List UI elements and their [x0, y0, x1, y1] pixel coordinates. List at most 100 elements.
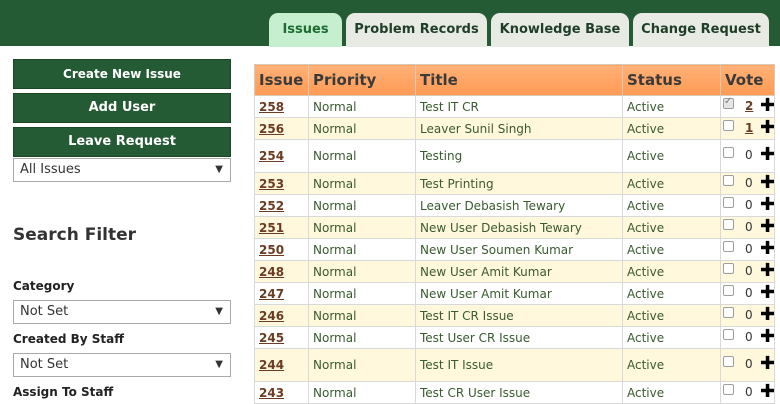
created-by-staff-select[interactable]: Not Set ▼ [13, 353, 231, 377]
issue-number-link[interactable]: 258 [259, 100, 284, 114]
priority-cell: Normal [308, 117, 416, 140]
vote-checkbox[interactable] [723, 119, 734, 131]
vote-checkbox[interactable] [723, 97, 734, 109]
add-vote-plus-icon[interactable]: ✚ [760, 196, 774, 214]
vote-checkbox[interactable] [723, 218, 734, 230]
tab-issues[interactable]: Issues [269, 13, 342, 47]
table-row: 243 Normal Test CR User Issue Active 0 ✚ [254, 381, 775, 404]
issue-number-link[interactable]: 252 [259, 199, 284, 213]
title-cell: Test IT CR [415, 95, 623, 118]
priority-cell: Normal [308, 172, 416, 195]
column-header-title[interactable]: Title [415, 64, 623, 96]
vote-count: 0 [745, 329, 753, 344]
vote-cell: 0 ✚ [720, 304, 775, 327]
vote-count: 0 [745, 307, 753, 322]
priority-cell: Normal [308, 282, 416, 305]
vote-checkbox[interactable] [723, 328, 734, 340]
vote-cell: 0 ✚ [720, 216, 775, 239]
vote-checkbox[interactable] [723, 306, 734, 318]
issue-cell: 247 [254, 282, 309, 305]
title-cell: Test IT Issue [415, 348, 623, 382]
sidebar: Create New Issue Add User Leave Request … [13, 59, 231, 182]
vote-checkbox[interactable] [723, 262, 734, 274]
title-cell: New User Amit Kumar [415, 260, 623, 283]
category-value: Not Set [20, 304, 69, 319]
column-header-status[interactable]: Status [622, 64, 721, 96]
table-row: 244 Normal Test IT Issue Active 0 ✚ [254, 348, 775, 382]
dropdown-arrow-icon: ▼ [215, 164, 223, 175]
assign-to-staff-label: Assign To Staff [13, 385, 114, 399]
vote-count[interactable]: 1 [745, 121, 753, 135]
issue-number-link[interactable]: 253 [259, 177, 284, 191]
add-vote-plus-icon[interactable]: ✚ [760, 383, 774, 401]
issue-cell: 248 [254, 260, 309, 283]
issue-number-link[interactable]: 256 [259, 122, 284, 136]
tab-problem-records[interactable]: Problem Records [346, 13, 487, 47]
add-vote-plus-icon[interactable]: ✚ [760, 262, 774, 280]
title-cell: Leaver Sunil Singh [415, 117, 623, 140]
add-vote-plus-icon[interactable]: ✚ [760, 146, 774, 164]
vote-count: 0 [745, 241, 753, 256]
priority-cell: Normal [308, 194, 416, 217]
column-header-issue[interactable]: Issue [254, 64, 309, 96]
issue-cell: 245 [254, 326, 309, 349]
vote-checkbox[interactable] [723, 147, 734, 158]
priority-cell: Normal [308, 326, 416, 349]
title-cell: Test User CR Issue [415, 326, 623, 349]
issue-number-link[interactable]: 244 [259, 358, 284, 372]
status-cell: Active [622, 172, 721, 195]
add-vote-plus-icon[interactable]: ✚ [760, 97, 774, 115]
status-cell: Active [622, 282, 721, 305]
leave-request-button[interactable]: Leave Request [13, 127, 231, 157]
vote-cell: 0 ✚ [720, 282, 775, 305]
add-user-button[interactable]: Add User [13, 93, 231, 123]
issue-number-link[interactable]: 251 [259, 221, 284, 235]
add-vote-plus-icon[interactable]: ✚ [760, 328, 774, 346]
priority-cell: Normal [308, 216, 416, 239]
issue-filter-value: All Issues [20, 162, 81, 177]
vote-checkbox[interactable] [723, 356, 734, 367]
vote-checkbox[interactable] [723, 196, 734, 208]
create-new-issue-button[interactable]: Create New Issue [13, 59, 231, 89]
vote-cell: 0 ✚ [720, 194, 775, 217]
vote-count[interactable]: 2 [745, 99, 753, 113]
table-row: 246 Normal Test IT CR Issue Active 0 ✚ [254, 304, 775, 327]
add-vote-plus-icon[interactable]: ✚ [760, 174, 774, 192]
search-filter-title: Search Filter [13, 225, 137, 245]
issue-number-link[interactable]: 254 [259, 149, 284, 163]
vote-cell: 0 ✚ [720, 348, 775, 382]
vote-count: 0 [745, 263, 753, 278]
add-vote-plus-icon[interactable]: ✚ [760, 218, 774, 236]
column-header-vote[interactable]: Vote [720, 64, 775, 96]
add-vote-plus-icon[interactable]: ✚ [760, 119, 774, 137]
add-vote-plus-icon[interactable]: ✚ [760, 306, 774, 324]
table-row: 258NormalTest IT CRActive2✚ [254, 95, 775, 118]
table-row: 248 Normal New User Amit Kumar Active 0 ✚ [254, 260, 775, 283]
add-vote-plus-icon[interactable]: ✚ [760, 240, 774, 258]
vote-cell: 0 ✚ [720, 326, 775, 349]
table-row: 256 Normal Leaver Sunil Singh Active 1 ✚ [254, 117, 775, 140]
vote-checkbox[interactable] [723, 240, 734, 252]
created-by-staff-label: Created By Staff [13, 332, 124, 346]
issue-number-link[interactable]: 247 [259, 287, 284, 301]
dropdown-arrow-icon: ▼ [215, 306, 223, 317]
tab-change-request[interactable]: Change Request [633, 13, 769, 47]
vote-checkbox[interactable] [723, 174, 734, 186]
add-vote-plus-icon[interactable]: ✚ [760, 355, 774, 373]
issue-number-link[interactable]: 250 [259, 243, 284, 257]
issue-number-link[interactable]: 243 [259, 386, 284, 400]
issue-number-link[interactable]: 248 [259, 265, 284, 279]
issue-filter-select[interactable]: All Issues ▼ [13, 158, 231, 182]
add-vote-plus-icon[interactable]: ✚ [760, 284, 774, 302]
issue-number-link[interactable]: 245 [259, 331, 284, 345]
vote-count: 0 [745, 384, 753, 399]
issue-number-link[interactable]: 246 [259, 309, 284, 323]
tab-knowledge-base[interactable]: Knowledge Base [491, 13, 629, 47]
vote-checkbox[interactable] [723, 284, 734, 296]
issue-cell: 246 [254, 304, 309, 327]
category-select[interactable]: Not Set ▼ [13, 300, 231, 324]
status-cell: Active [622, 216, 721, 239]
vote-checkbox[interactable] [723, 383, 734, 395]
column-header-priority[interactable]: Priority [308, 64, 416, 96]
table-row: 245 Normal Test User CR Issue Active 0 ✚ [254, 326, 775, 349]
